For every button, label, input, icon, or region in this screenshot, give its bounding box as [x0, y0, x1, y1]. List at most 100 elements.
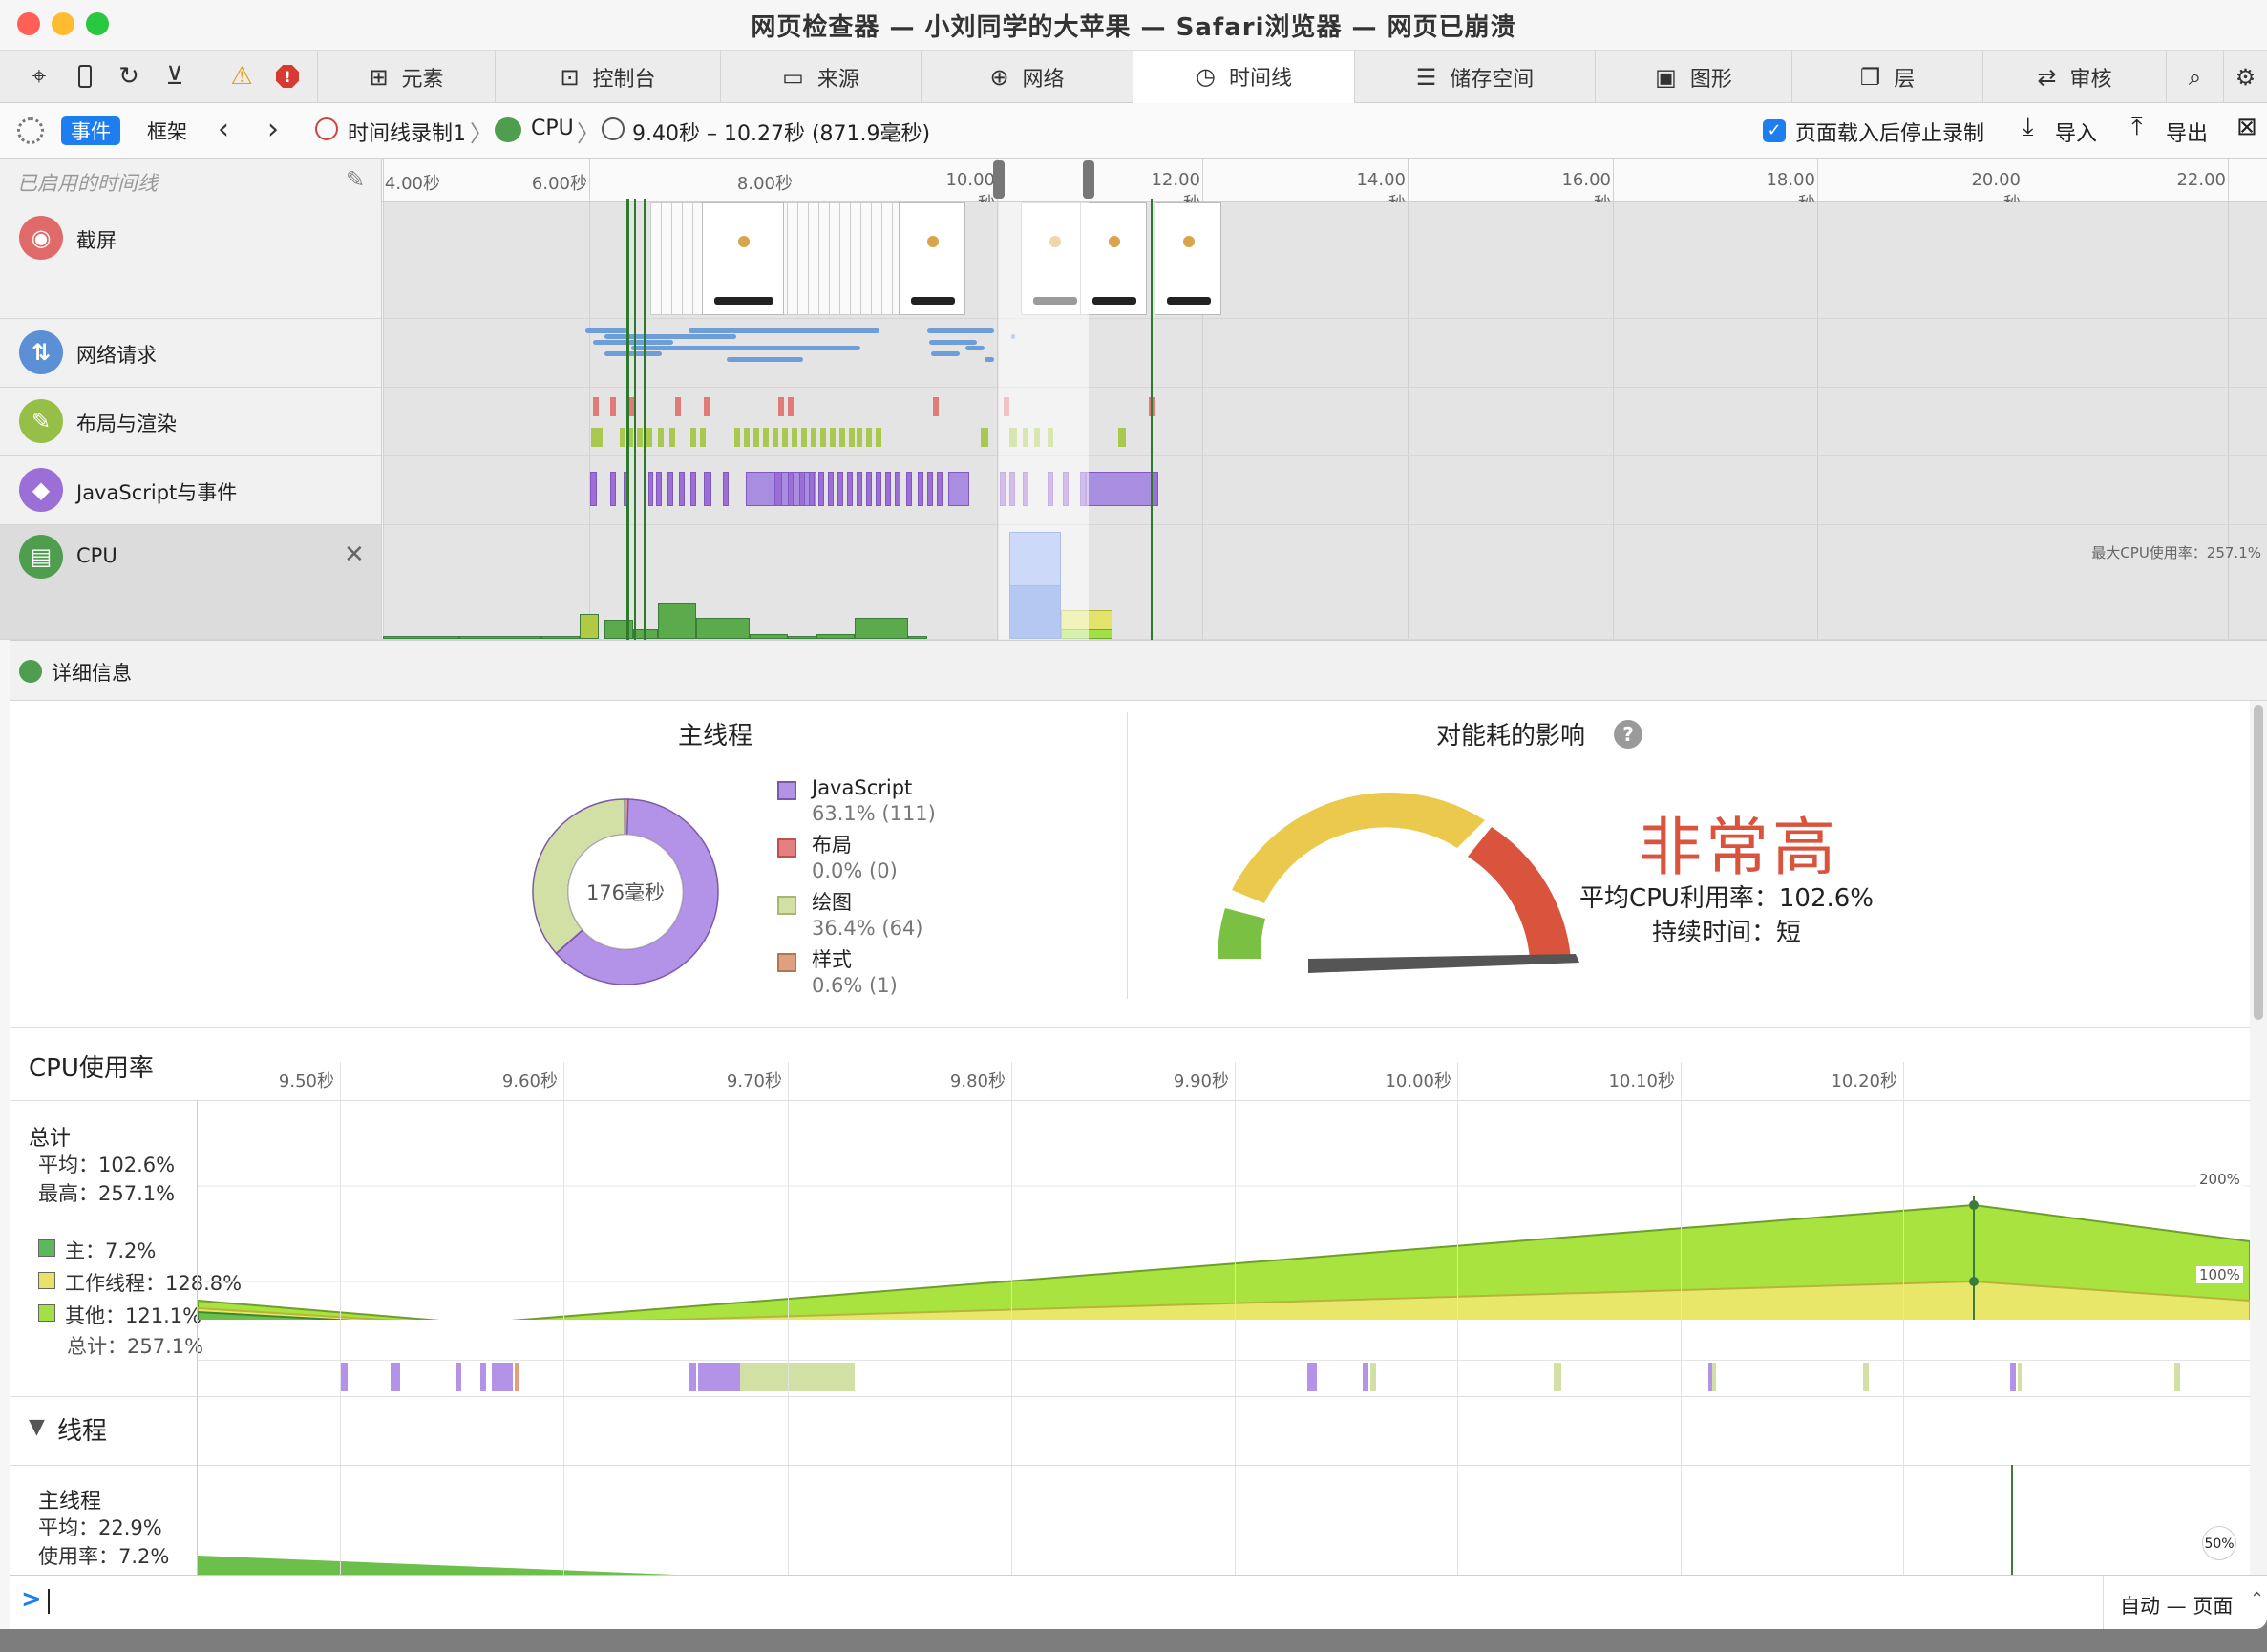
- paint-event[interactable]: [763, 428, 769, 447]
- paint-event[interactable]: [981, 428, 988, 447]
- layout-event[interactable]: [788, 397, 794, 416]
- paint-event[interactable]: [866, 428, 872, 447]
- network-request-bar[interactable]: [622, 334, 736, 339]
- script-event[interactable]: [667, 472, 673, 506]
- network-request-bar[interactable]: [931, 351, 960, 356]
- script-event[interactable]: [818, 472, 824, 506]
- script-event[interactable]: [1086, 472, 1156, 506]
- paint-event[interactable]: [646, 428, 652, 447]
- paint-event[interactable]: [744, 428, 750, 447]
- network-request-bar[interactable]: [727, 357, 803, 362]
- tab-network[interactable]: ⊕ 网络: [921, 51, 1133, 103]
- paint-event[interactable]: [637, 428, 643, 447]
- script-event[interactable]: [927, 472, 933, 506]
- import-icon[interactable]: ⤓: [2023, 113, 2034, 142]
- script-event[interactable]: [610, 472, 616, 506]
- script-event[interactable]: [918, 472, 923, 506]
- track-layout[interactable]: ✎ 布局与渲染: [0, 388, 2267, 456]
- frames-mode-button[interactable]: 框架: [138, 116, 197, 145]
- breadcrumb-cpu[interactable]: CPU: [531, 116, 574, 140]
- paint-event[interactable]: [1118, 428, 1126, 447]
- tab-sources[interactable]: ▭ 来源: [720, 51, 921, 103]
- paint-event[interactable]: [820, 428, 826, 447]
- script-event[interactable]: [895, 472, 900, 506]
- network-request-bar[interactable]: [604, 351, 662, 356]
- paint-event[interactable]: [658, 428, 664, 447]
- script-event[interactable]: [847, 472, 853, 506]
- console-prompt[interactable]: > 自动 — 页面 ⌃: [10, 1575, 2267, 1629]
- paint-event[interactable]: [753, 428, 759, 447]
- warning-icon[interactable]: ⚠: [225, 60, 258, 93]
- script-event[interactable]: [648, 472, 653, 506]
- script-event[interactable]: [788, 472, 794, 506]
- clear-icon[interactable]: ⊠: [2236, 113, 2257, 141]
- events-mode-button[interactable]: 事件: [61, 116, 120, 145]
- script-event[interactable]: [866, 472, 872, 506]
- close-icon[interactable]: ✕: [344, 540, 365, 569]
- scrollbar[interactable]: [2250, 701, 2267, 1575]
- script-event[interactable]: [937, 472, 943, 506]
- paint-event[interactable]: [849, 428, 855, 447]
- tab-elements[interactable]: ⊞ 元素: [317, 51, 495, 103]
- forward-icon[interactable]: ›: [267, 113, 279, 146]
- paint-event[interactable]: [773, 428, 778, 447]
- track-screenshots[interactable]: ◉ 截屏: [0, 202, 2267, 319]
- script-event[interactable]: [690, 472, 696, 506]
- paint-event[interactable]: [620, 428, 625, 447]
- tab-timeline[interactable]: ◷ 时间线: [1133, 51, 1354, 103]
- paint-event[interactable]: [839, 428, 845, 447]
- tab-graphics[interactable]: ▣ 图形: [1595, 51, 1791, 103]
- layout-event[interactable]: [593, 397, 599, 416]
- paint-event[interactable]: [857, 428, 862, 447]
- console-scope-select[interactable]: 自动 — 页面: [2120, 1591, 2233, 1620]
- tab-audit[interactable]: ⇄ 审核: [1982, 51, 2166, 103]
- script-event[interactable]: [906, 472, 912, 506]
- script-event[interactable]: [656, 472, 662, 506]
- script-event[interactable]: [799, 472, 805, 506]
- settings-button[interactable]: ⚙: [2223, 51, 2267, 103]
- network-request-bar[interactable]: [929, 340, 977, 345]
- script-event[interactable]: [809, 472, 815, 506]
- paint-event[interactable]: [830, 428, 836, 447]
- paint-event[interactable]: [669, 428, 675, 447]
- edit-icon[interactable]: ✎: [346, 166, 365, 193]
- range-handle-start[interactable]: [993, 160, 1005, 199]
- stop-after-load-checkbox[interactable]: ✓: [1763, 119, 1786, 142]
- script-event[interactable]: [723, 472, 729, 506]
- console-input[interactable]: [48, 1589, 50, 1614]
- device-icon[interactable]: [69, 60, 101, 93]
- script-event[interactable]: [704, 472, 711, 506]
- network-request-bar[interactable]: [631, 346, 860, 350]
- script-event[interactable]: [948, 472, 969, 506]
- paint-event[interactable]: [876, 428, 881, 447]
- paint-event[interactable]: [782, 428, 788, 447]
- tab-layers[interactable]: ❐ 层: [1791, 51, 1982, 103]
- network-request-bar[interactable]: [927, 328, 994, 333]
- help-button[interactable]: ?: [1614, 720, 1642, 749]
- paint-event[interactable]: [811, 428, 816, 447]
- network-request-bar[interactable]: [593, 340, 673, 345]
- network-request-bar[interactable]: [985, 357, 994, 362]
- disclosure-triangle-icon[interactable]: ▼: [29, 1415, 45, 1439]
- range-handle-end[interactable]: [1083, 160, 1094, 199]
- breadcrumb-recording[interactable]: 时间线录制1: [348, 116, 466, 147]
- layout-event[interactable]: [610, 397, 616, 416]
- script-event[interactable]: [679, 472, 685, 506]
- error-icon[interactable]: !: [271, 60, 304, 93]
- export-button[interactable]: 导出: [2166, 116, 2208, 147]
- layout-event[interactable]: [704, 397, 710, 416]
- crosshair-icon[interactable]: ⌖: [23, 60, 55, 93]
- script-event[interactable]: [857, 472, 862, 506]
- script-event[interactable]: [590, 472, 597, 506]
- tab-storage[interactable]: ☰ 储存空间: [1354, 51, 1595, 103]
- track-network[interactable]: ⇅ 网络请求: [0, 319, 2267, 388]
- network-request-bar[interactable]: [585, 328, 627, 333]
- paint-event[interactable]: [690, 428, 696, 447]
- script-event[interactable]: [774, 472, 782, 506]
- layout-event[interactable]: [933, 397, 939, 416]
- script-event[interactable]: [837, 472, 843, 506]
- layout-event[interactable]: [675, 397, 681, 416]
- network-request-bar[interactable]: [965, 346, 985, 350]
- screenshot-thumbnail[interactable]: [1080, 202, 1147, 315]
- paint-event[interactable]: [792, 428, 797, 447]
